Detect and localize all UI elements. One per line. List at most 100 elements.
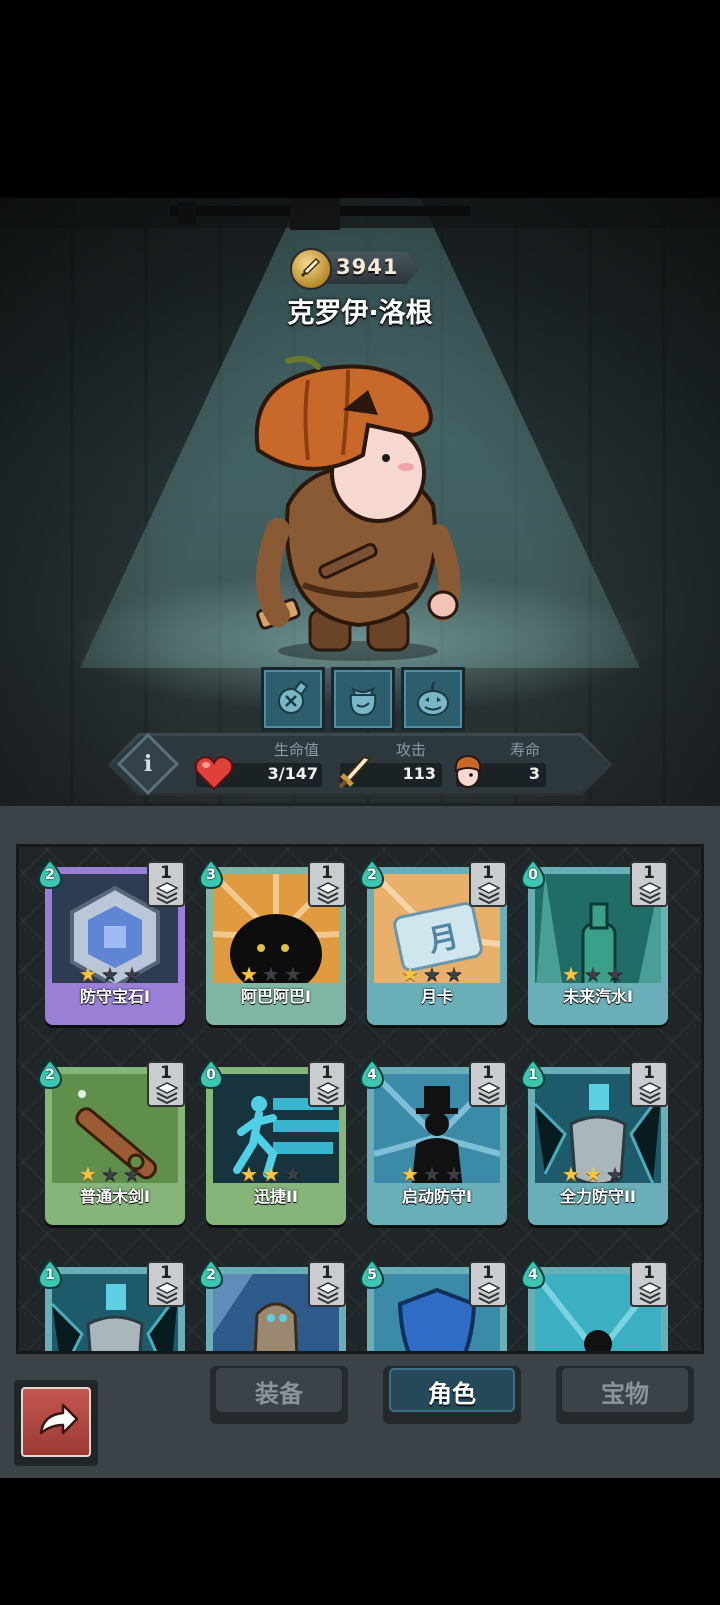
- card-name: 迅捷II: [210, 1183, 342, 1211]
- energy-cost-badge: 2: [37, 1059, 63, 1089]
- hero-name: 克罗伊·洛根: [287, 298, 433, 329]
- card-level-badge: 1: [147, 1261, 185, 1307]
- star-icon: ★: [606, 962, 624, 986]
- card-level-value: 1: [321, 863, 333, 883]
- card[interactable]: 月 ★ ★ ★ 月卡 2 1: [359, 857, 507, 1025]
- card-level-badge: 1: [469, 861, 507, 907]
- heart-icon: [194, 756, 234, 791]
- tab-character[interactable]: 角色: [383, 1366, 521, 1424]
- skill-slot-1[interactable]: [261, 667, 325, 731]
- attack-value: 113: [402, 764, 436, 783]
- star-icon: ★: [584, 1162, 602, 1186]
- potion-icon: [278, 680, 309, 714]
- card-grid[interactable]: ★ ★ ★ 防守宝石I 2 1 ★ ★ ★ 阿巴阿巴I 3 1 月 ★ ★ ★ 月卡 2 1 ★ ★ ★ 未来汽水I 0 1 ★ ★…: [16, 844, 704, 1354]
- card[interactable]: ★ ★ ★ 迅捷II 0 1: [198, 1057, 346, 1225]
- lifespan-label: 寿命: [510, 741, 541, 759]
- skill-slot-3[interactable]: [401, 667, 465, 731]
- card-name: 阿巴阿巴I: [210, 983, 342, 1011]
- card-level-value: 1: [482, 1063, 494, 1083]
- star-icon: ★: [79, 1162, 97, 1186]
- star-icon: ★: [123, 962, 141, 986]
- energy-cost-badge: 4: [520, 1259, 546, 1289]
- card-level-badge: 1: [630, 1061, 668, 1107]
- star-icon: ★: [445, 1162, 463, 1186]
- card-level-badge: 1: [630, 1261, 668, 1307]
- card-level-badge: 1: [147, 1061, 185, 1107]
- energy-cost-value: 4: [528, 1267, 538, 1283]
- info-icon: i: [143, 751, 153, 777]
- energy-cost-value: 1: [45, 1267, 55, 1283]
- stats-bar: i 生命值 3/147 攻击 113 寿命 3: [108, 732, 612, 796]
- card[interactable]: ★ ★ ★ 普通木剑I 2 1: [37, 1057, 185, 1225]
- tab-treasure[interactable]: 宝物: [556, 1366, 694, 1424]
- card-level-value: 1: [643, 863, 655, 883]
- energy-cost-badge: 0: [520, 859, 546, 889]
- power-value: 3941: [336, 255, 399, 279]
- card-level-value: 1: [321, 1263, 333, 1283]
- star-icon: ★: [284, 962, 302, 986]
- card[interactable]: ★ ★ ★ 阿巴阿巴I 3 1: [198, 857, 346, 1025]
- star-rating: ★ ★ ★: [401, 1164, 481, 1184]
- star-rating: ★ ★ ★: [562, 964, 642, 984]
- star-icon: ★: [262, 1162, 280, 1186]
- star-rating: ★ ★ ★: [79, 964, 159, 984]
- card[interactable]: ★ ★ ★ 防守宝石I 2 1: [37, 857, 185, 1025]
- star-icon: ★: [101, 1162, 119, 1186]
- energy-cost-value: 3: [206, 867, 216, 883]
- card[interactable]: ★ ★ ★ 全力防守II 1 1: [520, 1057, 668, 1225]
- energy-cost-badge: 2: [37, 859, 63, 889]
- back-arrow-icon: [39, 1403, 79, 1435]
- energy-cost-value: 2: [45, 1067, 55, 1083]
- card-level-badge: 1: [469, 1261, 507, 1307]
- tab-equipment-label: 装备: [255, 1380, 303, 1408]
- card-level-badge: 1: [308, 1061, 346, 1107]
- star-icon: ★: [240, 1162, 258, 1186]
- pumpkin-hero-character[interactable]: [248, 355, 478, 665]
- card-level-badge: 1: [308, 861, 346, 907]
- card[interactable]: ★ ★ ★ 启动防守I 4 1: [359, 1057, 507, 1225]
- energy-cost-badge: 4: [359, 1059, 385, 1089]
- energy-cost-badge: 5: [359, 1259, 385, 1289]
- energy-cost-value: 2: [367, 867, 377, 883]
- lifespan-value: 3: [528, 764, 540, 783]
- card-level-value: 1: [160, 1063, 172, 1083]
- energy-cost-value: 0: [206, 1067, 216, 1083]
- tab-equipment[interactable]: 装备: [210, 1366, 348, 1424]
- card[interactable]: 41: [520, 1257, 668, 1351]
- energy-cost-value: 1: [528, 1067, 538, 1083]
- star-rating: ★ ★ ★: [240, 964, 320, 984]
- card-level-badge: 1: [469, 1061, 507, 1107]
- energy-cost-value: 4: [367, 1067, 377, 1083]
- card-name: 全力防守II: [532, 1183, 664, 1211]
- sword-icon: [338, 755, 372, 789]
- star-rating: ★ ★ ★: [562, 1164, 642, 1184]
- hp-value: 3/147: [267, 764, 318, 783]
- energy-cost-badge: 2: [359, 859, 385, 889]
- star-icon: ★: [401, 1162, 419, 1186]
- card[interactable]: ★ ★ ★ 未来汽水I 0 1: [520, 857, 668, 1025]
- back-button-face: [21, 1387, 91, 1457]
- energy-cost-badge: 1: [37, 1259, 63, 1289]
- card-deck-panel: ★ ★ ★ 防守宝石I 2 1 ★ ★ ★ 阿巴阿巴I 3 1 月 ★ ★ ★ 月卡 2 1 ★ ★ ★ 未来汽水I 0 1 ★ ★…: [0, 803, 720, 1371]
- power-badge: 3941: [290, 248, 426, 290]
- star-icon: ★: [606, 1162, 624, 1186]
- skill-slot-2[interactable]: [331, 667, 395, 731]
- energy-cost-value: 2: [206, 1267, 216, 1283]
- card[interactable]: 51: [359, 1257, 507, 1351]
- star-icon: ★: [262, 962, 280, 986]
- bottom-nav: 装备 角色 宝物: [0, 1366, 720, 1478]
- star-icon: ★: [423, 962, 441, 986]
- hp-label: 生命值: [274, 741, 320, 759]
- card[interactable]: 21: [198, 1257, 346, 1351]
- star-icon: ★: [423, 1162, 441, 1186]
- card[interactable]: 11: [37, 1257, 185, 1351]
- star-icon: ★: [101, 962, 119, 986]
- pouch-icon: [349, 686, 377, 717]
- back-button[interactable]: [14, 1380, 98, 1466]
- star-rating: ★ ★ ★: [240, 1164, 320, 1184]
- hero-head-icon: [454, 754, 482, 788]
- energy-cost-badge: 0: [198, 1059, 224, 1089]
- card-level-value: 1: [643, 1263, 655, 1283]
- card-level-value: 1: [160, 863, 172, 883]
- star-icon: ★: [562, 1162, 580, 1186]
